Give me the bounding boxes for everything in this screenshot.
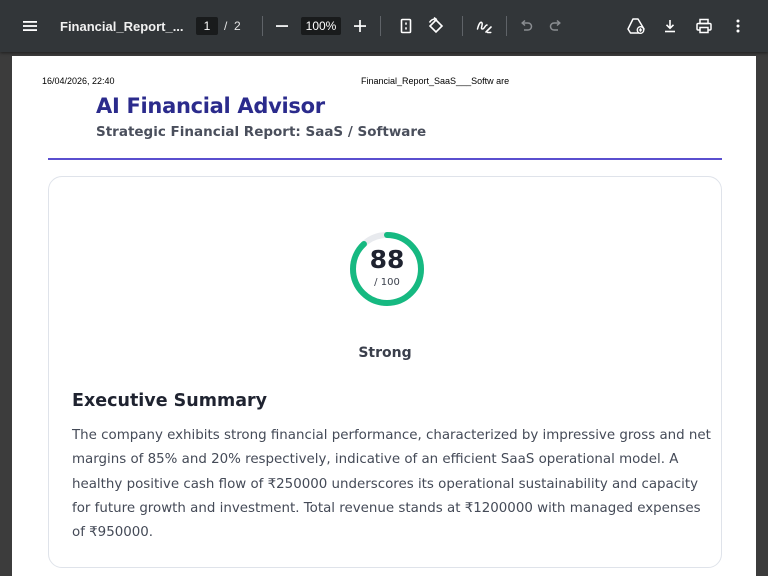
toolbar-divider (262, 16, 263, 36)
score-value: 88 (369, 245, 405, 274)
header-rule (48, 158, 722, 160)
toolbar-divider (462, 16, 463, 36)
zoom-out-icon[interactable] (266, 0, 298, 52)
pdf-toolbar: Financial_Report_... 1 / 2 100% (0, 0, 768, 52)
score-rating: Strong (358, 345, 412, 361)
draw-icon[interactable] (468, 0, 500, 52)
executive-summary-text: The company exhibits strong financial pe… (72, 428, 711, 541)
redo-icon[interactable] (540, 0, 572, 52)
toolbar-divider (380, 16, 381, 36)
drive-save-icon[interactable] (620, 0, 652, 52)
brand-title: AI Financial Advisor (96, 94, 325, 118)
menu-icon[interactable] (14, 0, 46, 52)
page-total: 2 (234, 19, 241, 33)
zoom-in-icon[interactable] (344, 0, 376, 52)
score-gauge: 88 / 100 (347, 229, 427, 309)
print-icon[interactable] (688, 0, 720, 52)
undo-icon[interactable] (510, 0, 542, 52)
report-subtitle: Strategic Financial Report: SaaS / Softw… (96, 124, 427, 140)
fit-page-icon[interactable] (390, 0, 422, 52)
download-icon[interactable] (654, 0, 686, 52)
zoom-input[interactable]: 100% (301, 17, 341, 35)
pdf-page: 16/04/2026, 22:40 Financial_Report_SaaS_… (12, 56, 756, 576)
rotate-icon[interactable] (420, 0, 452, 52)
page-separator: / (224, 19, 228, 33)
toolbar-divider (506, 16, 507, 36)
file-title: Financial_Report_... (60, 18, 184, 34)
summary-card: 88 / 100 Strong Executive Summary The co… (48, 176, 722, 568)
page-number-input[interactable]: 1 (196, 17, 218, 35)
score-max: / 100 (374, 277, 400, 288)
more-vert-icon[interactable] (722, 0, 754, 52)
print-doc-title: Financial_Report_SaaS___Softw are (361, 76, 510, 86)
print-datetime: 16/04/2026, 22:40 (42, 76, 115, 86)
executive-summary-heading: Executive Summary (72, 391, 268, 411)
